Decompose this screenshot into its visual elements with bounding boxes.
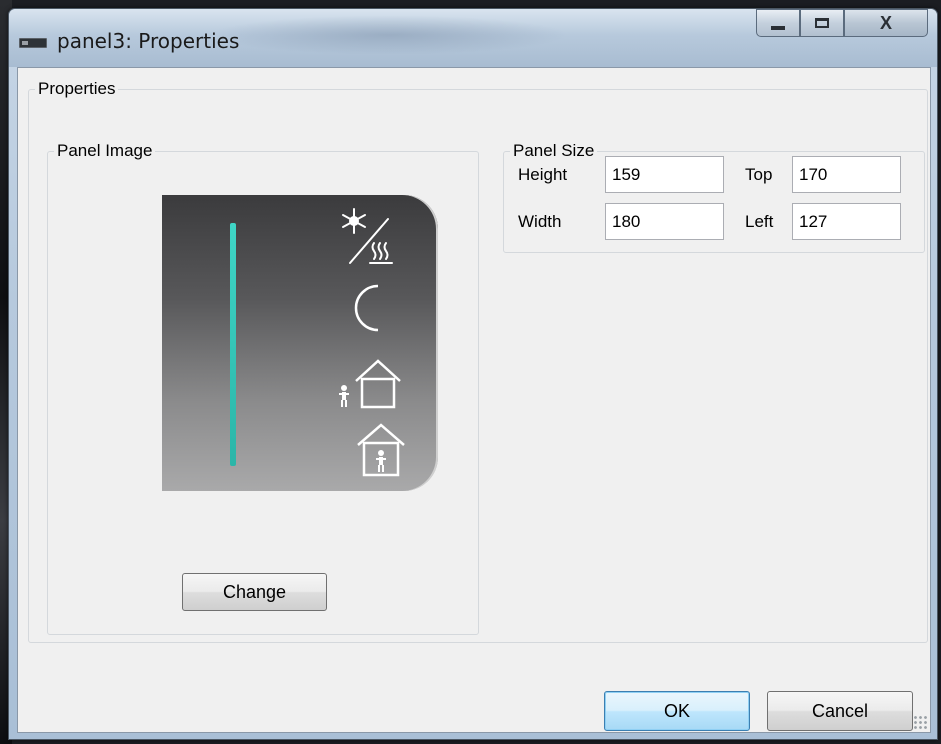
change-image-button[interactable]: Change	[182, 573, 327, 611]
top-label: Top	[745, 165, 773, 184]
dialog-client-area: Properties Panel Image Panel Size Change…	[17, 67, 931, 733]
close-icon: X	[879, 12, 892, 33]
properties-window: panel3: Properties X Properties Panel Im…	[8, 8, 938, 740]
maximize-button[interactable]	[800, 9, 844, 37]
height-input[interactable]	[605, 156, 724, 193]
minimize-button[interactable]	[756, 9, 800, 37]
top-input[interactable]	[792, 156, 901, 193]
maximize-icon	[815, 18, 829, 28]
ok-button[interactable]: OK	[604, 691, 750, 731]
left-label: Left	[745, 212, 774, 231]
window-title: panel3: Properties	[57, 29, 240, 53]
height-label: Height	[518, 165, 568, 184]
snowflake-heat-icon	[342, 208, 393, 264]
title-bar[interactable]: panel3: Properties X	[9, 9, 937, 67]
panel-image-preview	[162, 195, 438, 491]
properties-legend: Properties	[38, 79, 116, 98]
resize-grip[interactable]	[913, 715, 927, 729]
person-outside-house-icon	[339, 359, 401, 409]
close-button[interactable]: X	[844, 9, 928, 37]
indicator-bar	[230, 223, 236, 466]
width-input[interactable]	[605, 203, 724, 240]
window-menu-icon[interactable]	[19, 38, 47, 48]
panel-size-legend: Panel Size	[513, 141, 595, 160]
minimize-icon	[771, 26, 785, 30]
cancel-button[interactable]: Cancel	[767, 691, 913, 731]
width-label: Width	[518, 212, 562, 231]
person-inside-house-icon	[357, 423, 405, 477]
left-input[interactable]	[792, 203, 901, 240]
moon-icon	[354, 284, 379, 332]
panel-image-legend: Panel Image	[57, 141, 153, 160]
